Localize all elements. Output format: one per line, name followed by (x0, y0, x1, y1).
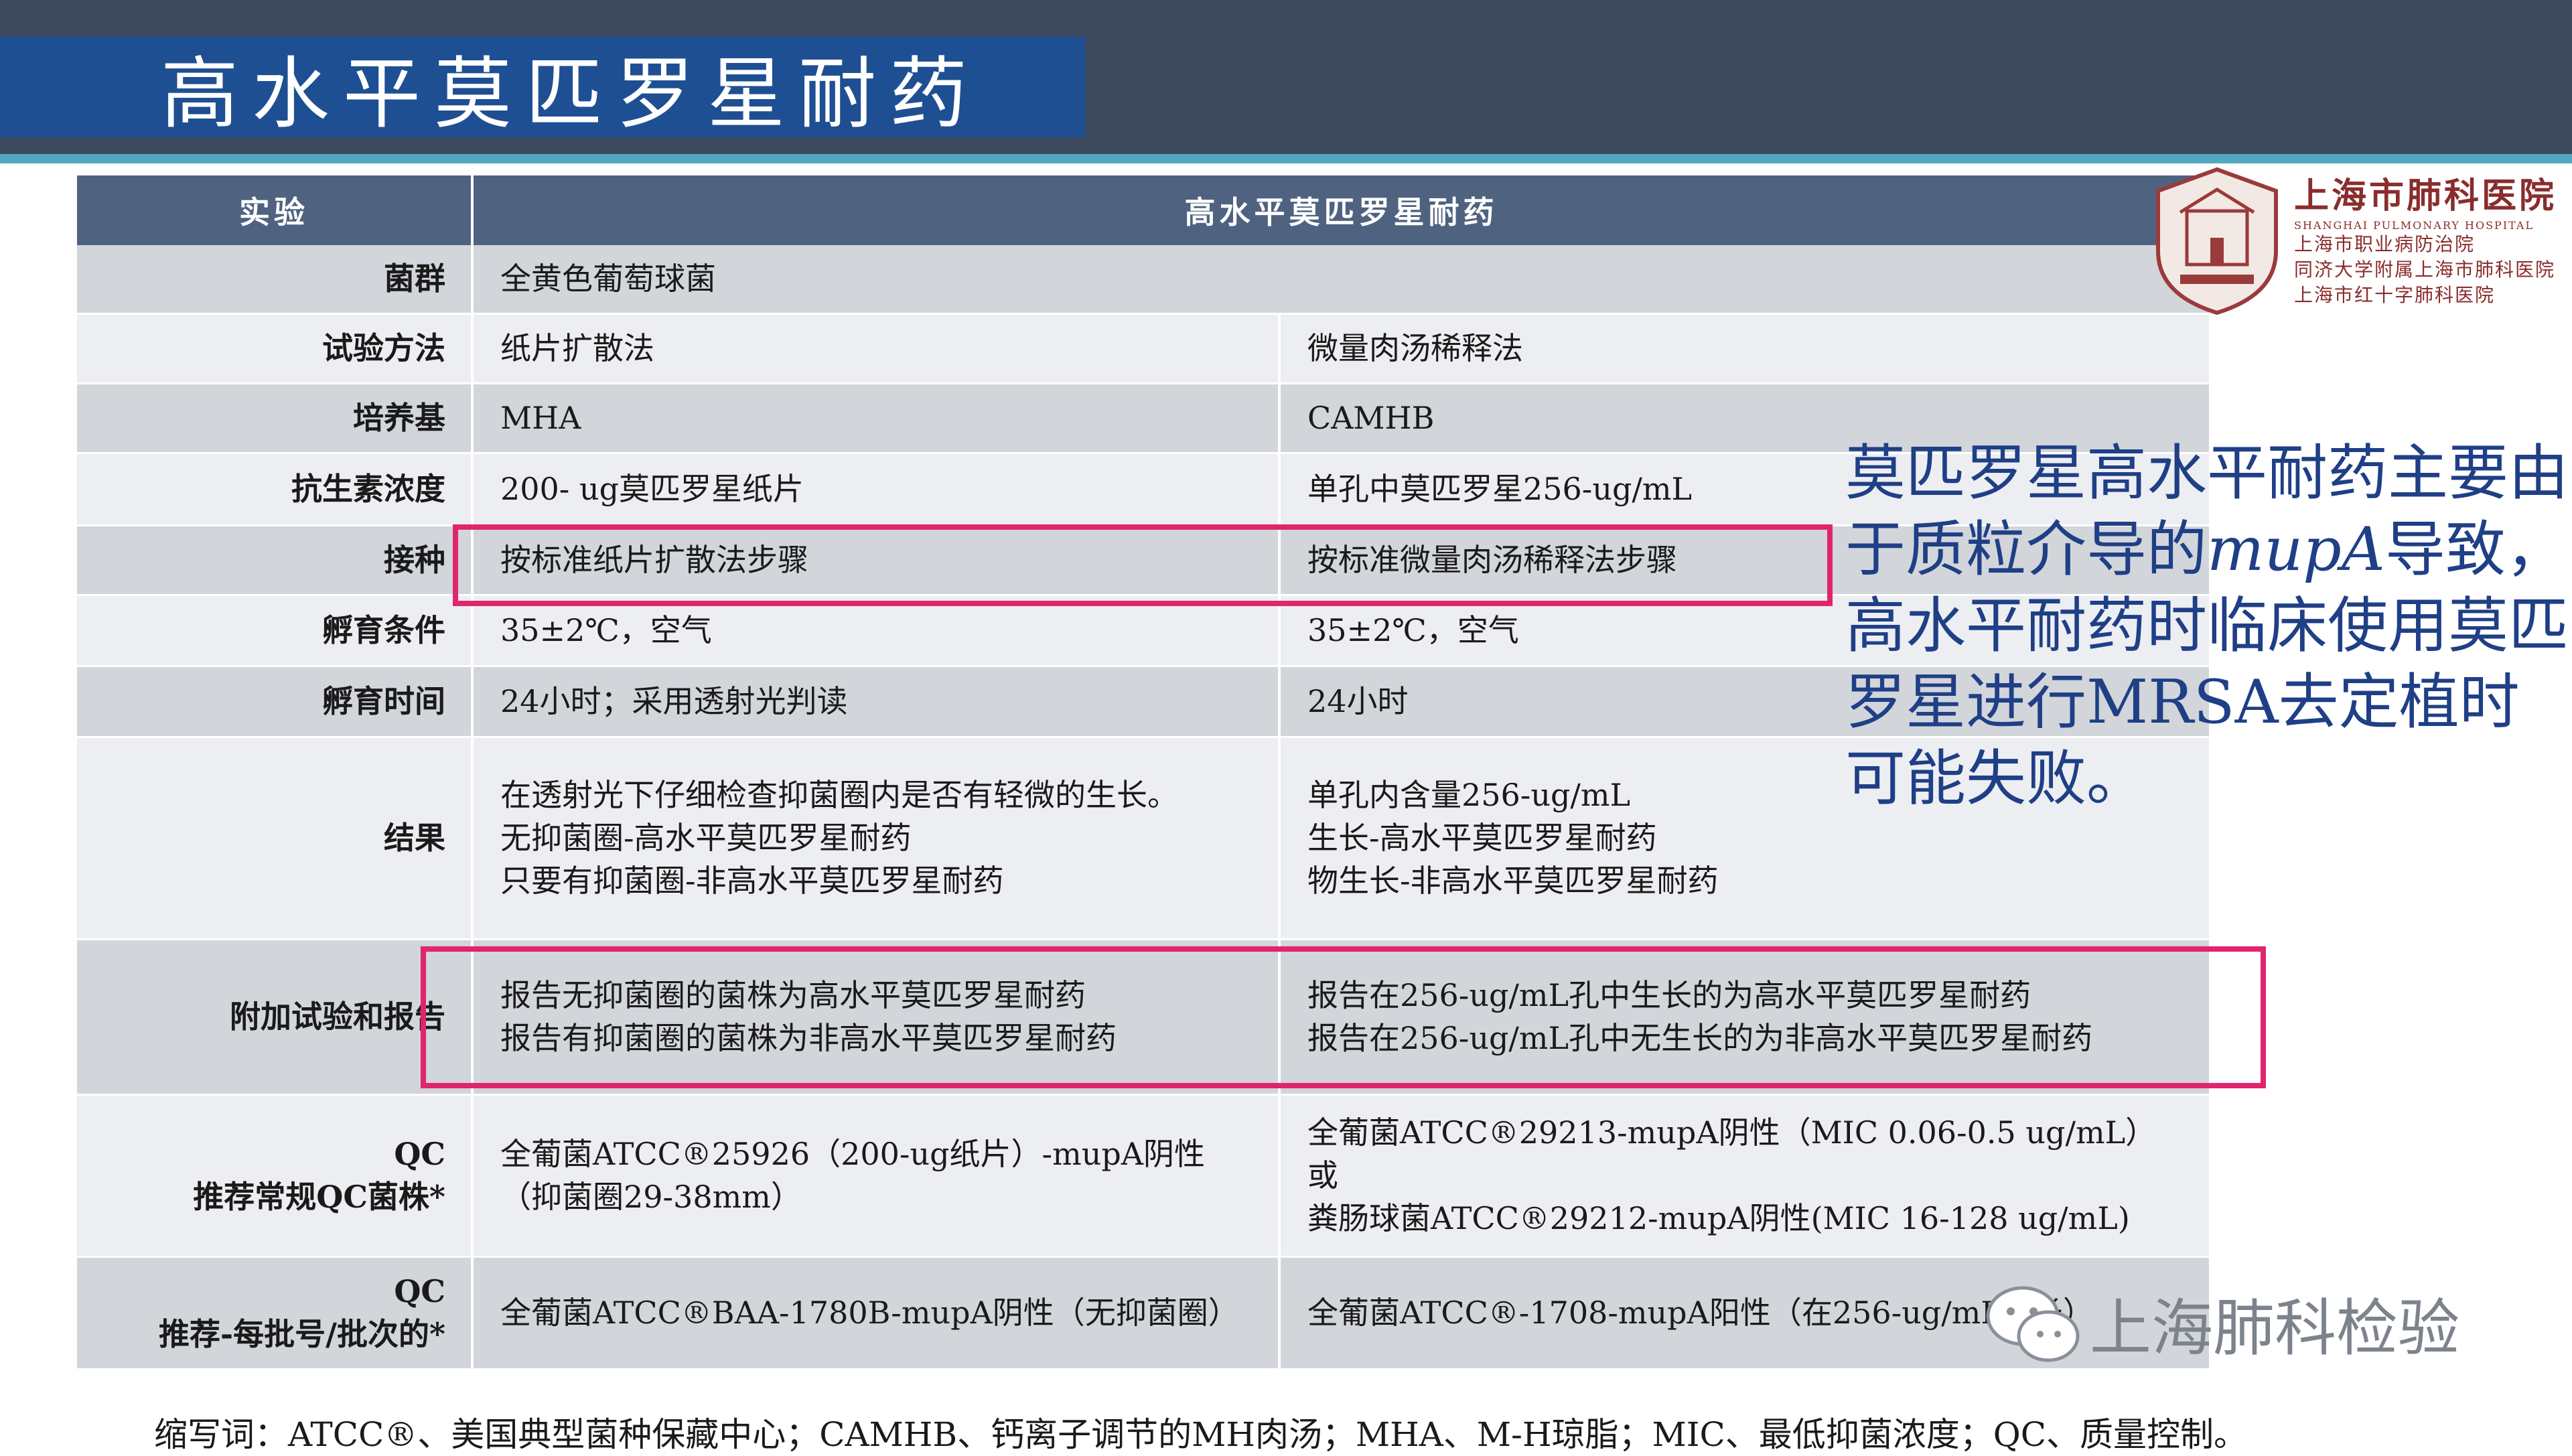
cell-line: 在透射光下仔细检查抑菌圈内是否有轻微的生长。 (500, 777, 1178, 813)
row-cell: 全黄色葡萄球菌 (472, 245, 2212, 315)
row-cell: 24小时；采用透射光判读 (472, 666, 1281, 738)
table-row: QC 推荐-每批号/批次的* 全葡菌ATCC®BAA-1780B-mupA阴性（… (77, 1256, 2212, 1370)
label-line: QC (394, 1136, 445, 1172)
cell-line: 无抑菌圈-高水平莫匹罗星耐药 (500, 820, 912, 856)
table-header-row: 实验 高水平莫匹罗星耐药 (77, 175, 2212, 245)
table-row: 菌群 全黄色葡萄球菌 (77, 245, 2212, 315)
row-cell: 纸片扩散法 (472, 313, 1281, 384)
header-resistance: 高水平莫匹罗星耐药 (472, 175, 2212, 245)
watermark-text: 上海肺科检验 (2090, 1292, 2460, 1364)
label-line: 推荐-每批号/批次的* (159, 1316, 445, 1352)
highlight-box-additional-test (421, 946, 2266, 1088)
row-label: 菌群 (77, 245, 474, 315)
cell-line: 全葡菌ATCC®25926（200-ug纸片）-mupA阴性 (500, 1136, 1205, 1172)
accent-line (0, 154, 2572, 163)
cell-line: 生长-高水平莫匹罗星耐药 (1307, 820, 1657, 856)
row-cell: 200- ug莫匹罗星纸片 (472, 453, 1281, 526)
row-label: 接种 (77, 525, 474, 596)
row-label: QC 推荐-每批号/批次的* (77, 1256, 474, 1370)
row-label: 培养基 (77, 383, 474, 454)
row-label: 附加试验和报告 (77, 939, 474, 1096)
hospital-logo: 上海市肺科医院 SHANGHAI PULMONARY HOSPITAL 上海市职… (2150, 164, 2559, 318)
row-label: QC 推荐常规QC菌株* (77, 1094, 474, 1258)
logo-sub-line: 上海市职业病防治院 (2294, 233, 2476, 255)
row-cell: 微量肉汤稀释法 (1279, 313, 2212, 384)
logo-name: 上海市肺科医院 (2294, 175, 2557, 216)
row-label: 抗生素浓度 (77, 453, 474, 526)
cell-line: 物生长-非高水平莫匹罗星耐药 (1307, 863, 1719, 899)
highlight-box-inoculation (453, 524, 1833, 606)
cell-line: 全葡菌ATCC®29213-mupA阴性（MIC 0.06-0.5 ug/mL） (1307, 1114, 2157, 1151)
label-line: 推荐常规QC菌株* (193, 1179, 445, 1215)
slide-title: 高水平莫匹罗星耐药 (161, 49, 981, 139)
header-experiment: 实验 (77, 175, 474, 245)
row-label: 孵育条件 (77, 595, 474, 667)
title-box: 高水平莫匹罗星耐药 (0, 37, 1085, 139)
abbreviations-footer: 缩写词：ATCC®、美国典型菌种保藏中心；CAMHB、钙离子调节的MH肉汤；MH… (154, 1415, 2247, 1454)
row-cell: 全葡菌ATCC®29213-mupA阴性（MIC 0.06-0.5 ug/mL）… (1279, 1094, 2212, 1258)
row-label: 孵育时间 (77, 666, 474, 738)
row-cell: 全葡菌ATCC®BAA-1780B-mupA阴性（无抑菌圈） (472, 1256, 1281, 1370)
logo-sub-line: 同济大学附属上海市肺科医院 (2294, 259, 2556, 281)
row-cell: 在透射光下仔细检查抑菌圈内是否有轻微的生长。 无抑菌圈-高水平莫匹罗星耐药 只要… (472, 737, 1281, 940)
logo-english: SHANGHAI PULMONARY HOSPITAL (2294, 219, 2534, 232)
side-note: 莫匹罗星高水平耐药主要由于质粒介导的mupA导致，高水平耐药时临床使用莫匹罗星进… (1845, 435, 2569, 817)
logo-sub-line: 上海市红十字肺科医院 (2294, 284, 2496, 306)
row-label: 试验方法 (77, 313, 474, 384)
note-gene: mupA (2207, 514, 2385, 585)
cell-line: 粪肠球菌ATCC®29212-mupA阴性(MIC 16-128 ug/mL) (1307, 1200, 2130, 1236)
hospital-emblem-icon (2156, 167, 2278, 315)
row-cell: 全葡菌ATCC®25926（200-ug纸片）-mupA阴性 （抑菌圈29-38… (472, 1094, 1281, 1258)
logo-text: 上海市肺科医院 SHANGHAI PULMONARY HOSPITAL 上海市职… (2294, 167, 2559, 308)
table-row: QC 推荐常规QC菌株* 全葡菌ATCC®25926（200-ug纸片）-mup… (77, 1094, 2212, 1258)
cell-line: 或 (1307, 1157, 1338, 1193)
cell-line: 只要有抑菌圈-非高水平莫匹罗星耐药 (500, 863, 1004, 899)
label-line: QC (394, 1273, 445, 1309)
table-row: 试验方法 纸片扩散法 微量肉汤稀释法 (77, 313, 2212, 384)
cell-line: （抑菌圈29-38mm） (500, 1179, 802, 1215)
row-label: 结果 (77, 737, 474, 940)
wechat-icon (1986, 1286, 2080, 1362)
row-cell: MHA (472, 383, 1281, 454)
wechat-watermark: 上海肺科检验 (1983, 1276, 2572, 1370)
